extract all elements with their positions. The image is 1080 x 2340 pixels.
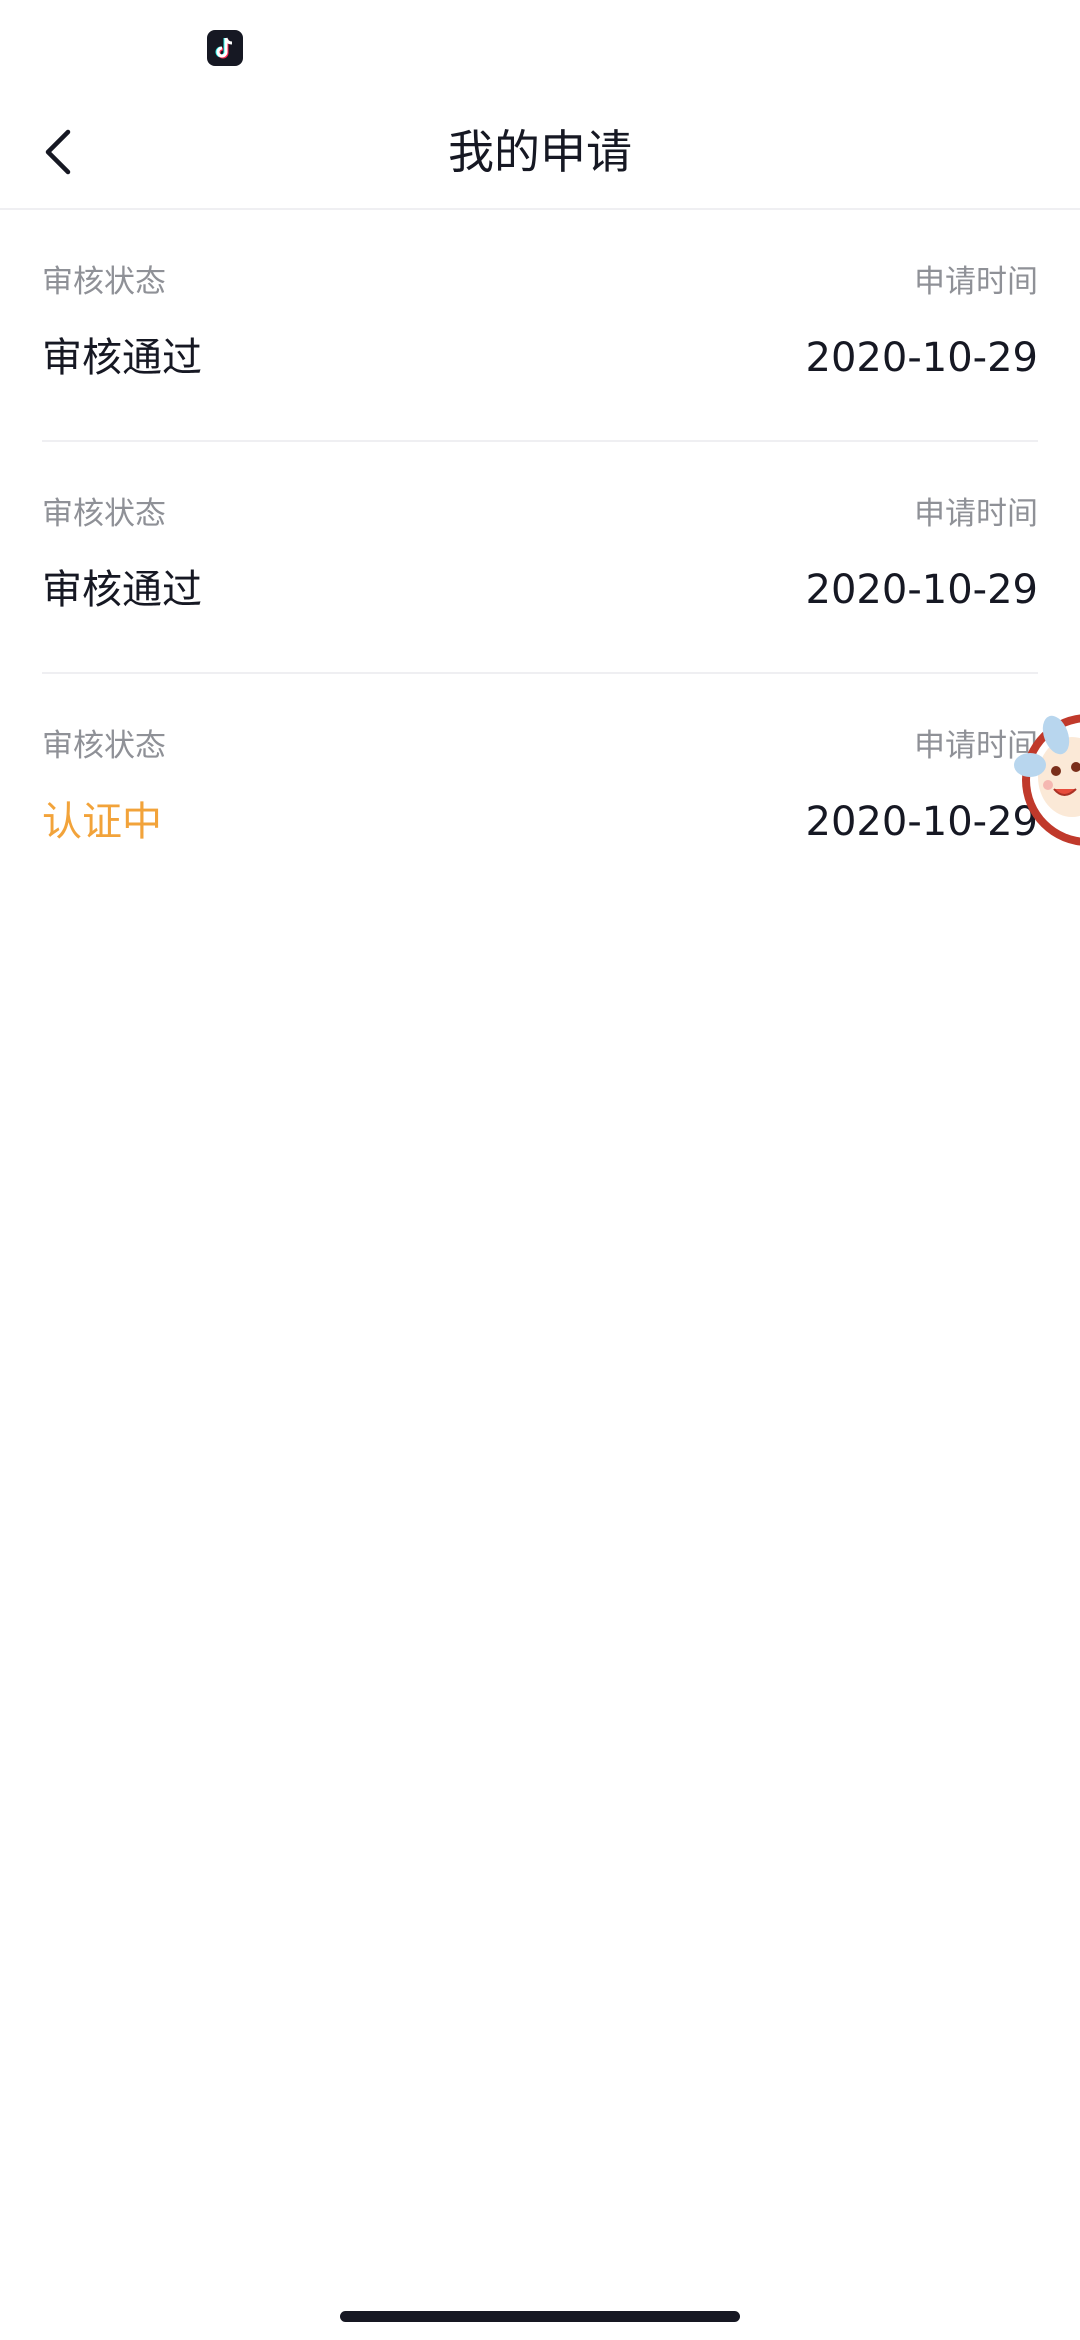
status-label: 审核状态 bbox=[42, 496, 166, 532]
tiktok-icon bbox=[207, 30, 243, 66]
status-label: 审核状态 bbox=[42, 264, 166, 300]
mascot-icon bbox=[1014, 714, 1080, 846]
status-bar bbox=[0, 0, 1080, 96]
application-list: 审核状态 审核通过 申请时间 2020-10-29 审核状态 审核通过 申请时间… bbox=[0, 210, 1080, 906]
nav-bar: 我的申请 bbox=[0, 96, 1080, 210]
time-value: 2020-10-29 bbox=[805, 567, 1038, 613]
page-title: 我的申请 bbox=[448, 125, 632, 179]
time-label: 申请时间 bbox=[914, 264, 1038, 300]
time-value: 2020-10-29 bbox=[805, 799, 1038, 845]
back-button[interactable] bbox=[28, 96, 108, 208]
floating-mascot-button[interactable] bbox=[1010, 705, 1080, 855]
status-value: 审核通过 bbox=[42, 335, 202, 381]
status-value: 认证中 bbox=[42, 799, 162, 845]
time-value: 2020-10-29 bbox=[805, 335, 1038, 381]
home-indicator[interactable] bbox=[340, 2311, 740, 2322]
chevron-left-icon bbox=[45, 129, 71, 175]
list-item[interactable]: 审核状态 审核通过 申请时间 2020-10-29 bbox=[0, 210, 1080, 442]
status-label: 审核状态 bbox=[42, 728, 166, 764]
status-value: 审核通过 bbox=[42, 567, 202, 613]
list-item[interactable]: 审核状态 审核通过 申请时间 2020-10-29 bbox=[0, 442, 1080, 674]
time-label: 申请时间 bbox=[914, 496, 1038, 532]
list-item[interactable]: 审核状态 认证中 申请时间 2020-10-29 bbox=[0, 674, 1080, 906]
